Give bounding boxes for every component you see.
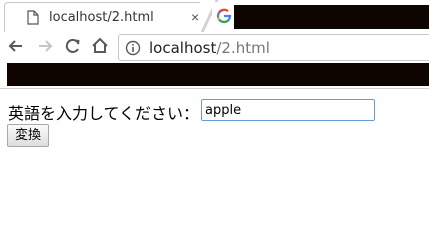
document-icon: [27, 10, 39, 25]
url-path: /2.html: [216, 39, 270, 57]
tab-inactive[interactable]: [212, 2, 429, 32]
tab-strip: localhost/2.html ×: [0, 0, 429, 32]
home-icon[interactable]: [90, 36, 110, 56]
back-arrow-icon[interactable]: [6, 36, 26, 56]
prompt-label: 英語を入力してください：: [8, 104, 200, 123]
reload-icon[interactable]: [63, 36, 83, 56]
close-icon[interactable]: ×: [191, 10, 199, 24]
redacted-tab-title: [234, 5, 429, 29]
tab-active[interactable]: localhost/2.html ×: [4, 2, 211, 32]
english-word-input[interactable]: [201, 99, 375, 121]
url-host: localhost: [149, 39, 217, 57]
browser-toolbar: localhost/2.html: [0, 32, 429, 62]
redacted-bookmarks-bar: [7, 63, 429, 86]
page-divider: [0, 88, 429, 89]
address-bar[interactable]: localhost/2.html: [118, 34, 429, 61]
google-icon: [216, 8, 232, 24]
tab-title: localhost/2.html: [49, 10, 154, 25]
url-text[interactable]: localhost/2.html: [149, 39, 270, 57]
convert-button[interactable]: 変換: [7, 124, 49, 147]
info-icon[interactable]: [125, 40, 141, 56]
forward-arrow-icon[interactable]: [35, 36, 55, 56]
